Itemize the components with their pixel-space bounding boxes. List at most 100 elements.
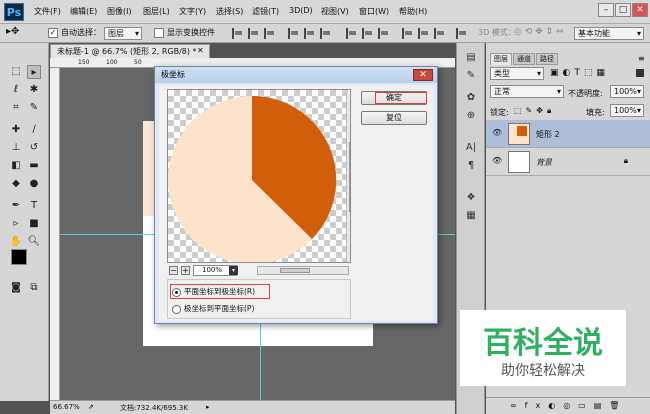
menu-help[interactable]: 帮助(H) (399, 6, 427, 17)
paragraph-panel-icon[interactable]: ¶ (464, 159, 478, 173)
eyedropper-tool-icon[interactable]: ✎ (27, 101, 41, 115)
align-bottom-icon[interactable] (264, 28, 275, 39)
distribute-right-icon[interactable] (434, 28, 445, 39)
menu-window[interactable]: 窗口(W) (359, 6, 389, 17)
magic-wand-tool-icon[interactable]: ✱ (27, 83, 41, 97)
history-brush-tool-icon[interactable]: ↺ (27, 141, 41, 155)
properties-panel-icon[interactable]: ✎ (464, 69, 478, 83)
opacity-input[interactable]: 100% (610, 85, 644, 98)
show-transform-checkbox[interactable] (154, 28, 164, 38)
zoom-out-button[interactable]: − (169, 266, 178, 275)
distribute-hcenter-icon[interactable] (418, 28, 429, 39)
menu-type[interactable]: 文字(Y) (179, 6, 206, 17)
menu-edit[interactable]: 编辑(E) (70, 6, 97, 17)
align-hcenter-icon[interactable] (304, 28, 315, 39)
radio-button[interactable] (172, 304, 181, 314)
healing-brush-tool-icon[interactable]: ✚ (9, 123, 23, 137)
clone-stamp-tool-icon[interactable]: ⊥ (9, 141, 23, 155)
clone-source-icon[interactable]: ⊕ (464, 109, 478, 123)
panel-menu-icon[interactable]: ≡ (638, 54, 645, 63)
distribute-bottom-icon[interactable] (378, 28, 389, 39)
eraser-tool-icon[interactable]: ◧ (9, 159, 23, 173)
auto-align-icon[interactable] (456, 28, 467, 39)
dialog-close-button[interactable]: ✕ (413, 69, 433, 81)
align-top-icon[interactable] (232, 28, 243, 39)
preview-horizontal-scrollbar[interactable] (257, 266, 349, 275)
visibility-eye-icon[interactable]: 👁︎ (492, 156, 502, 165)
zoom-dropdown-icon[interactable]: ▾ (229, 266, 238, 275)
zoom-in-button[interactable]: + (181, 266, 190, 275)
move-tool-icon[interactable]: ▸✥ (6, 26, 19, 37)
brush-panel-icon[interactable]: ✿ (464, 91, 478, 105)
preview-vertical-scrollbar[interactable] (346, 94, 350, 262)
menu-filter[interactable]: 滤镜(T) (252, 6, 279, 17)
auto-select-target-select[interactable]: 图层 (104, 27, 142, 40)
auto-select-checkbox[interactable]: ✓ (48, 28, 58, 38)
close-tab-icon[interactable]: ✕ (197, 46, 204, 55)
scrollbar-thumb[interactable] (280, 268, 310, 273)
history-panel-icon[interactable]: ▤ (464, 51, 478, 65)
layer-row[interactable]: 👁︎ 矩形 2 (486, 120, 650, 148)
menu-file[interactable]: 文件(F) (34, 6, 61, 17)
zoom-tool-icon[interactable]: 🔍︎ (27, 235, 41, 249)
distribute-vcenter-icon[interactable] (362, 28, 373, 39)
lock-icons[interactable]: ⬚✎✥🔒︎ (514, 106, 555, 116)
foreground-color-swatch[interactable] (11, 249, 27, 265)
hand-tool-icon[interactable]: ✋ (9, 235, 23, 249)
menu-layer[interactable]: 图层(L) (143, 6, 170, 17)
distribute-top-icon[interactable] (346, 28, 357, 39)
option-polar-to-rect[interactable]: 极坐标到平面坐标(P) (172, 303, 254, 316)
align-left-icon[interactable] (288, 28, 299, 39)
tab-layers[interactable]: 图层 (490, 53, 512, 65)
menu-image[interactable]: 图像(I) (107, 6, 132, 17)
pen-tool-icon[interactable]: ✒ (9, 199, 23, 213)
reset-button[interactable]: 复位 (361, 111, 427, 125)
rectangle-tool-icon[interactable]: ■ (27, 217, 41, 231)
character-panel-icon[interactable]: A| (464, 141, 478, 155)
menu-view[interactable]: 视图(V) (321, 6, 349, 17)
layer-filter-icons[interactable]: ▣◐T⬚▦ (550, 68, 609, 78)
blend-mode-select[interactable]: 正常 (490, 85, 564, 98)
crop-tool-icon[interactable]: ⌗ (9, 101, 23, 115)
layer-row[interactable]: 👁︎ 背景 🔒︎ (486, 148, 650, 176)
scrollbar-thumb[interactable] (349, 142, 350, 212)
minimize-icon[interactable]: – (598, 3, 614, 17)
move-tool-icon[interactable]: ▸ (27, 65, 41, 79)
layer-filter-select[interactable]: 类型 (490, 67, 544, 80)
layer-footer-icons[interactable]: ∞fx◐◎▭▤🗑︎ (510, 401, 627, 410)
timeline-panel-icon[interactable]: ▦ (464, 209, 478, 223)
visibility-eye-icon[interactable]: 👁︎ (492, 128, 502, 137)
path-selection-tool-icon[interactable]: ▹ (9, 217, 23, 231)
tab-channels[interactable]: 通道 (513, 53, 535, 65)
status-menu-icon[interactable]: ▸ (206, 403, 210, 411)
dodge-tool-icon[interactable]: ● (27, 177, 41, 191)
workspace-select[interactable]: 基本功能 (574, 27, 644, 40)
brush-tool-icon[interactable]: ∕ (27, 123, 41, 137)
zoom-level[interactable]: 66.67% (53, 403, 80, 411)
lasso-tool-icon[interactable]: ℓ (9, 83, 23, 97)
layer-name[interactable]: 矩形 2 (536, 129, 560, 140)
screen-mode-icon[interactable]: ⧉ (27, 281, 41, 295)
menu-select[interactable]: 选择(S) (216, 6, 243, 17)
status-icon[interactable]: ⇗ (88, 403, 94, 411)
blur-tool-icon[interactable]: ◆ (9, 177, 23, 191)
marquee-tool-icon[interactable]: ⬚ (9, 65, 23, 79)
close-icon[interactable]: ✕ (632, 3, 648, 17)
gradient-tool-icon[interactable]: ▬ (27, 159, 41, 173)
filter-preview[interactable] (167, 89, 351, 263)
tab-paths[interactable]: 路径 (536, 53, 558, 65)
3d-orbit-icon[interactable]: ◎ ⟲ ✥ ⇕ ⇔ (514, 27, 563, 37)
layer-name[interactable]: 背景 (536, 157, 552, 168)
fill-input[interactable]: 100% (610, 104, 644, 117)
3d-panel-icon[interactable]: ❖ (464, 191, 478, 205)
align-right-icon[interactable] (320, 28, 331, 39)
align-vcenter-icon[interactable] (248, 28, 259, 39)
filter-toggle-icon[interactable] (636, 69, 644, 77)
quick-mask-icon[interactable]: ◙ (9, 281, 23, 295)
menu-3d[interactable]: 3D(D) (289, 6, 313, 15)
type-tool-icon[interactable]: T (27, 199, 41, 213)
layers-footer: ∞fx◐◎▭▤🗑︎ (486, 397, 650, 414)
distribute-left-icon[interactable] (402, 28, 413, 39)
maximize-icon[interactable]: □ (615, 3, 631, 17)
document-tab[interactable]: 未标题-1 @ 66.7% (矩形 2, RGB/8) * (50, 44, 210, 58)
